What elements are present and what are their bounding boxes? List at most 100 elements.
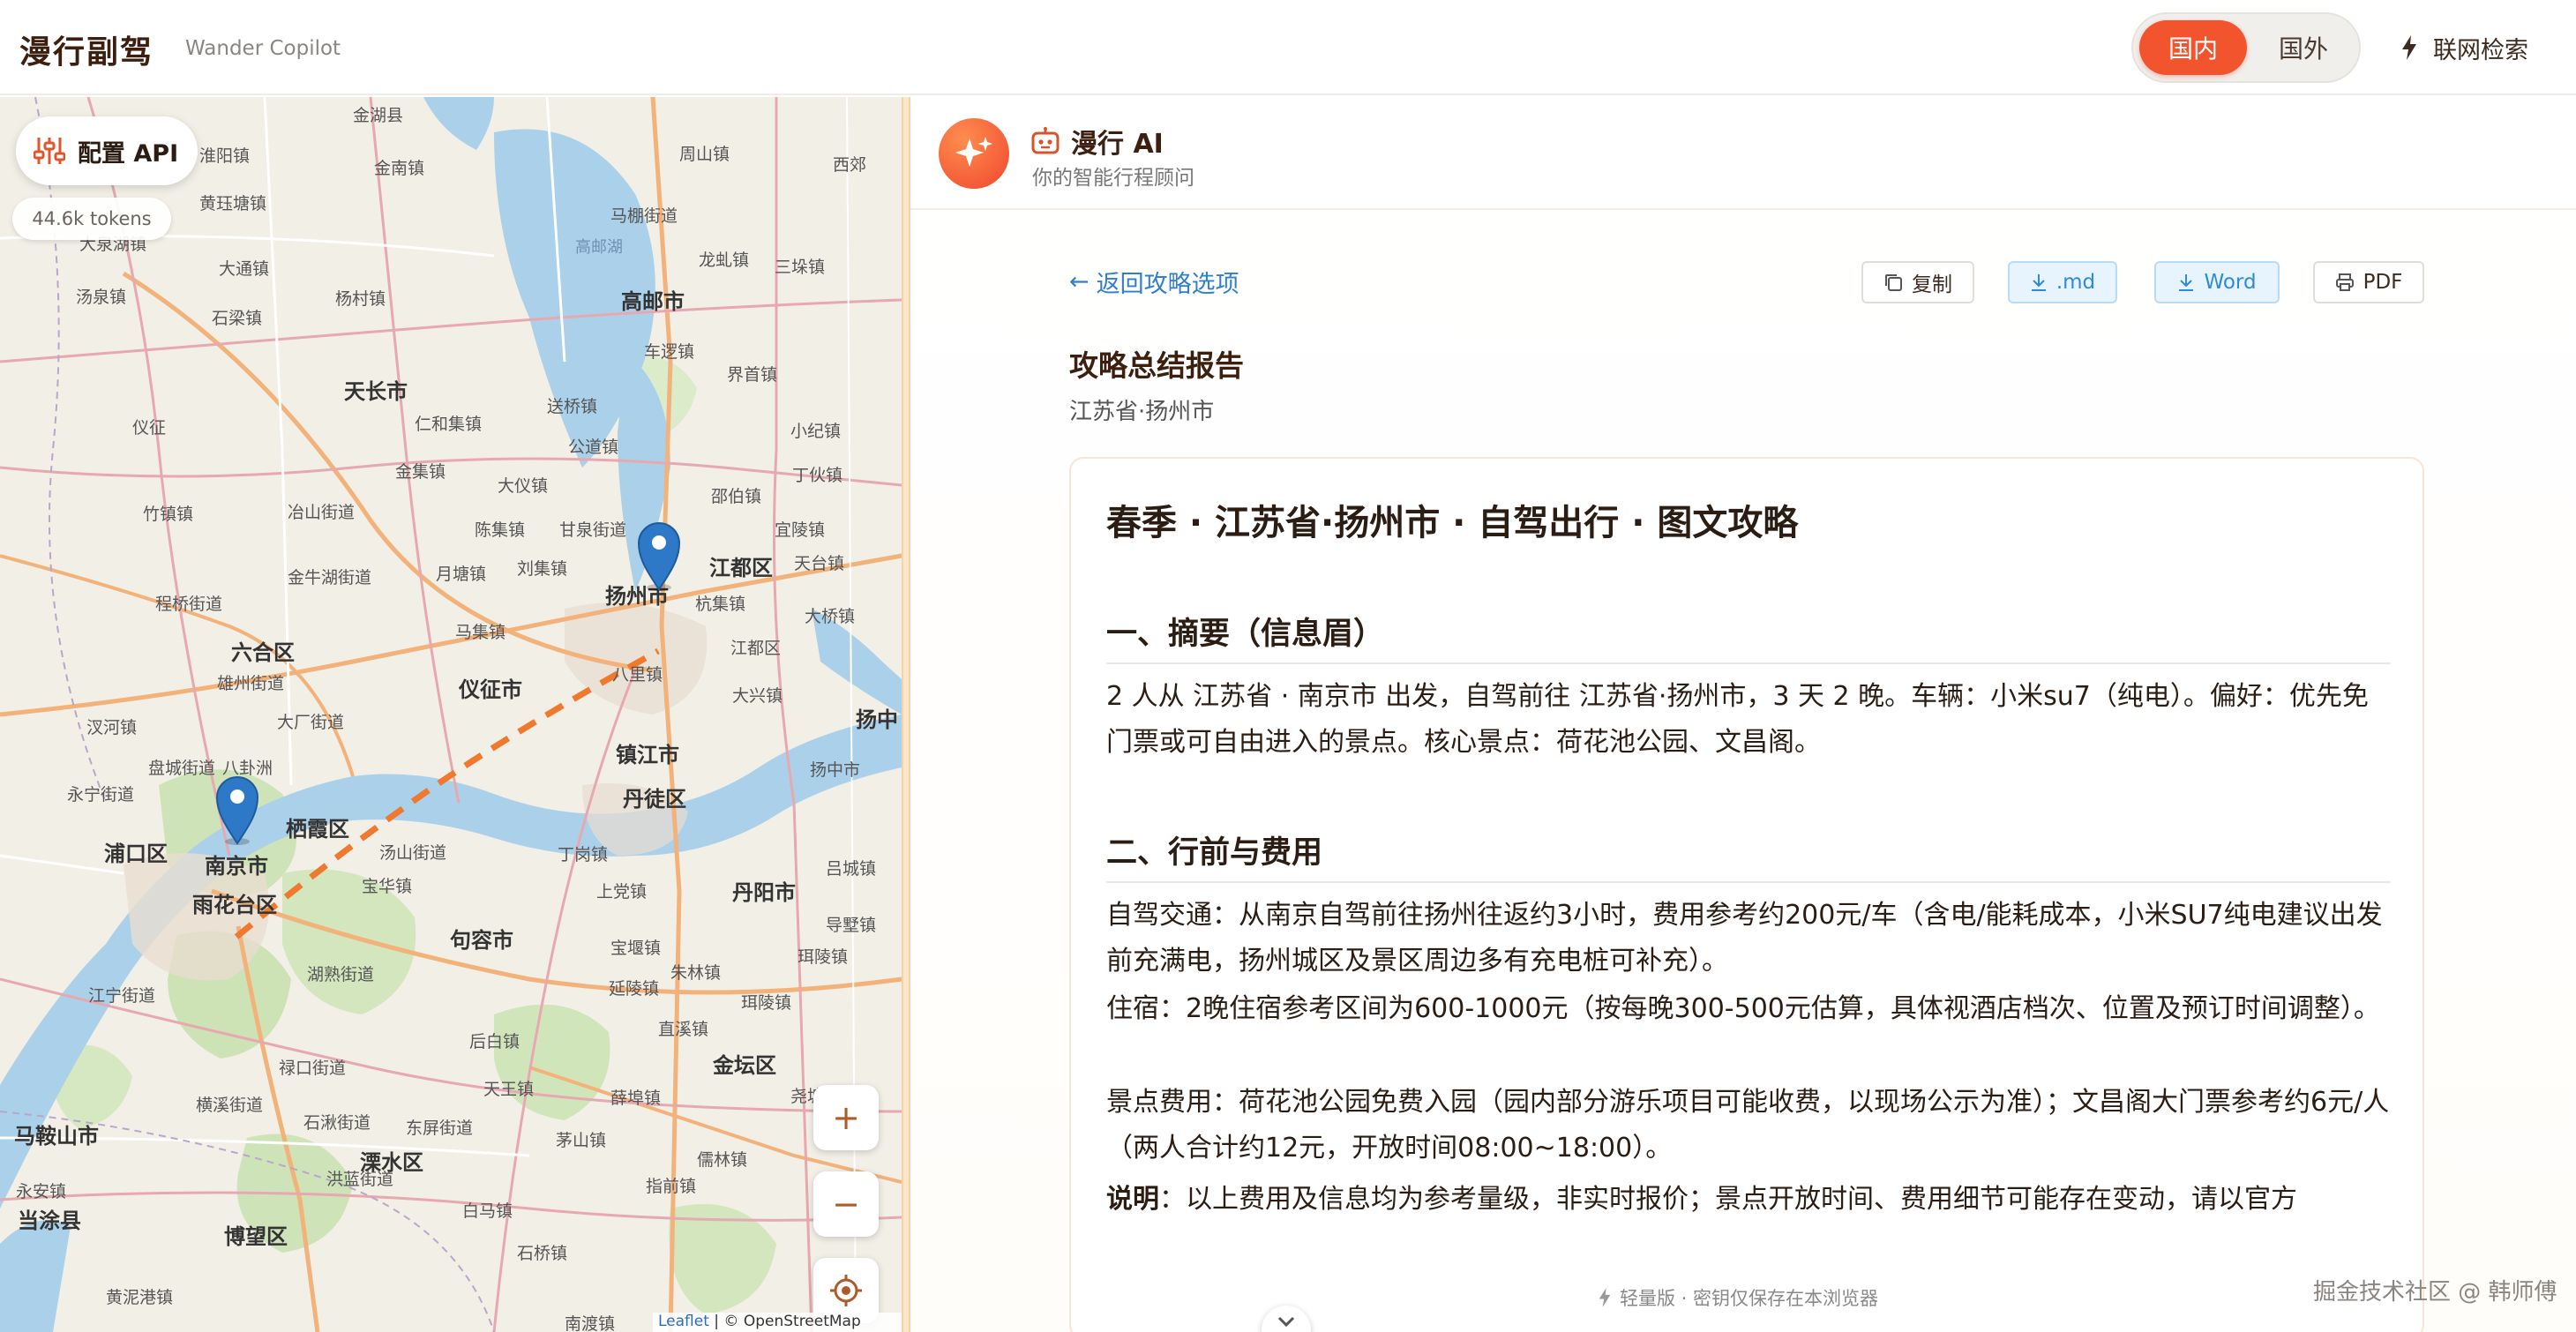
map-label: 禄口街道: [279, 1059, 347, 1078]
pdf-label: PDF: [2363, 271, 2403, 294]
print-pdf-button[interactable]: PDF: [2313, 261, 2424, 303]
map-label: 后白镇: [469, 1032, 520, 1051]
map-label: 丁岗镇: [558, 845, 609, 864]
assistant-name: 漫行 AI: [1030, 122, 1164, 161]
map-label: 扬中: [856, 707, 898, 732]
map-label: 仁和集镇: [415, 415, 483, 434]
bolt-icon: [1599, 1288, 1611, 1307]
map-label: 博望区: [224, 1224, 288, 1249]
config-api-label: 配置 API: [78, 139, 179, 168]
region-abroad-button[interactable]: 国外: [2251, 20, 2355, 75]
map-label: 宝堰镇: [610, 939, 662, 958]
map-panel[interactable]: 金湖县 淮阳镇 周山镇 西郊 金南镇 黄珏塘镇 马棚街道 高邮湖 龙虬镇 三垛镇…: [0, 97, 902, 1332]
footer-note: 轻量版 · 密钥仅保存在本浏览器: [1599, 1284, 1878, 1311]
map-label: 金集镇: [395, 462, 446, 482]
copy-button[interactable]: 复制: [1861, 261, 1974, 303]
map-label: 句容市: [450, 928, 513, 953]
map-label: 刘集镇: [517, 559, 568, 579]
config-api-button[interactable]: 配置 API: [16, 116, 198, 185]
map-label: 朱林镇: [670, 963, 722, 983]
note-label: 说明: [1106, 1184, 1159, 1215]
zoom-out-button[interactable]: −: [813, 1171, 879, 1237]
summary-paragraph: 2 人从 江苏省 · 南京市 出发，自驾前往 江苏省·扬州市，3 天 2 晚。车…: [1106, 681, 2369, 758]
map-label: 仪征市: [459, 677, 522, 702]
map-label: 江都区: [709, 556, 773, 580]
report-title: 攻略总结报告: [1069, 348, 1244, 383]
map-label: 大桥镇: [805, 607, 856, 626]
map-label: 直溪镇: [658, 1020, 709, 1039]
top-header: 漫行副驾 Wander Copilot 国内 国外 联网检索: [0, 0, 2576, 95]
map-label: 南京市: [205, 854, 268, 879]
map-label: 茅山镇: [556, 1131, 607, 1150]
map-label: 竹镇镇: [143, 505, 194, 524]
map-label: 永安镇: [16, 1182, 67, 1201]
footer-note-text: 轻量版 · 密钥仅保存在本浏览器: [1620, 1288, 1879, 1309]
map-label: 高邮市: [621, 289, 685, 314]
map-label: 镇江市: [616, 743, 679, 767]
token-count-badge: 44.6k tokens: [12, 198, 171, 240]
map-marker-origin[interactable]: [215, 775, 259, 845]
map-label: 丹阳市: [732, 880, 796, 905]
map-label: 洪蓝街道: [326, 1170, 394, 1189]
map-label: 天王镇: [483, 1080, 535, 1099]
bolt-icon: [2402, 35, 2416, 60]
map-label: 丹徒区: [623, 787, 686, 812]
map-label: 金南镇: [374, 159, 425, 178]
osm-attribution: | © OpenStreetMap: [714, 1313, 861, 1330]
map-label: 天长市: [344, 379, 408, 404]
watermark: 掘金技术社区 @ 韩师傅: [2313, 1279, 2557, 1306]
tickets-paragraph: 景点费用：荷花池公园免费入园（园内部分游乐项目可能收费，以现场公示为准）；文昌阁…: [1106, 1087, 2390, 1164]
map-label: 汊河镇: [86, 718, 138, 737]
note-paragraph: 说明：以上费用及信息均为参考量级，非实时报价；景点开放时间、费用细节可能存在变动…: [1106, 1177, 2391, 1223]
map-label: 横溪街道: [196, 1096, 264, 1115]
region-domestic-button[interactable]: 国内: [2139, 20, 2247, 75]
map-label: 永宁街道: [67, 785, 135, 804]
map-label: 黄珏塘镇: [199, 194, 267, 213]
app-subtitle: Wander Copilot: [185, 37, 341, 60]
map-label: 宜陵镇: [775, 520, 826, 540]
map-label: 指前镇: [646, 1177, 697, 1196]
map-label: 栖霞区: [286, 817, 349, 842]
printer-icon: [2335, 273, 2354, 291]
map-label: 周山镇: [679, 145, 730, 164]
note-text: ：以上费用及信息均为参考量级，非实时报价；景点开放时间、费用细节可能存在变动，请…: [1159, 1184, 2297, 1215]
map-label: 雄州街道: [217, 674, 285, 693]
map-label: 湖熟街道: [307, 965, 375, 984]
section-heading-costs: 二、行前与费用: [1106, 827, 2391, 883]
traffic-paragraph: 自驾交通：从南京自驾前往扬州往返约3小时，费用参考约200元/车（含电/能耗成本…: [1106, 900, 2383, 977]
zoom-in-button[interactable]: +: [813, 1085, 879, 1150]
download-md-button[interactable]: .md: [2008, 261, 2117, 303]
report-document: 春季 · 江苏省·扬州市 · 自驾出行 · 图文攻略 一、摘要（信息眉） 2 人…: [1069, 457, 2424, 1332]
web-search-label: 联网检索: [2433, 36, 2528, 64]
map-label: 八里镇: [612, 665, 663, 685]
map-label: 马鞍山市: [14, 1124, 99, 1149]
map-label: 大兴镇: [732, 686, 783, 706]
lodging-paragraph: 住宿：2晚住宿参考区间为600-1000元（按每晚300-500元估算，具体视酒…: [1106, 993, 2380, 1024]
web-search-button[interactable]: 联网检索: [2401, 26, 2528, 69]
map-label: 西郊: [833, 155, 867, 175]
download-word-label: Word: [2204, 271, 2257, 294]
map-label: 程桥街道: [155, 595, 223, 614]
map-label: 南渡镇: [565, 1314, 616, 1332]
download-icon: [2031, 274, 2046, 291]
map-label: 大厂街道: [277, 713, 345, 732]
back-to-options-link[interactable]: ← 返回攻略选项: [1069, 265, 1239, 299]
app-title: 漫行副驾: [19, 34, 154, 71]
copy-label: 复制: [1912, 273, 1952, 296]
leaflet-link[interactable]: Leaflet: [658, 1313, 709, 1330]
map-label: 延陵镇: [609, 979, 660, 999]
map-label: 江都区: [730, 639, 782, 658]
report-location: 江苏省·扬州市: [1069, 399, 1215, 425]
assistant-name-text: 漫行 AI: [1071, 129, 1164, 160]
map-label: 汤山街道: [379, 843, 447, 863]
panel-resizer[interactable]: [902, 97, 910, 1332]
map-label: 仪征: [132, 418, 167, 438]
map-label: 三垛镇: [775, 258, 826, 277]
map-marker-destination[interactable]: [637, 520, 681, 591]
download-word-button[interactable]: Word: [2154, 261, 2280, 303]
sliders-icon: [34, 138, 65, 164]
map-label: 扬中市: [810, 760, 861, 780]
map-label: 石梁镇: [212, 309, 263, 328]
copy-icon: [1885, 274, 1902, 291]
download-md-label: .md: [2056, 271, 2096, 294]
